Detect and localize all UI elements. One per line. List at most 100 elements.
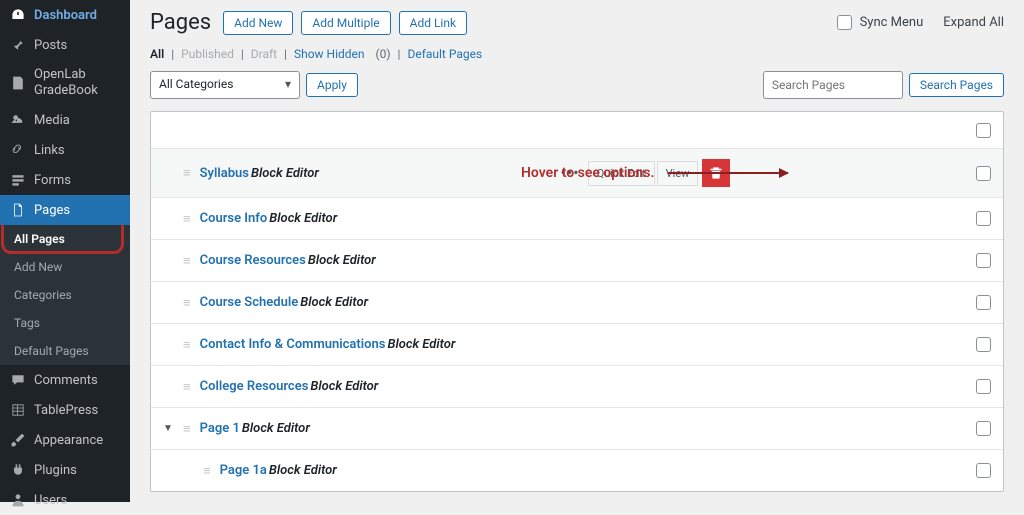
page-row[interactable]: ≡ Course Info Block Editor	[151, 197, 1003, 239]
filter-all[interactable]: All	[150, 47, 164, 61]
page-title-link[interactable]: Contact Info & Communications	[200, 337, 386, 352]
page-row[interactable]: ≡ Page 1a Block Editor	[151, 449, 1003, 491]
sidebar-label: Posts	[34, 38, 67, 53]
status-filters: All | Published | Draft | Show Hidden (0…	[150, 47, 1004, 61]
row-checkbox[interactable]	[976, 295, 991, 310]
collapse-toggle-icon[interactable]: ▼	[163, 423, 177, 434]
sidebar-sub-categories[interactable]: Categories	[0, 281, 130, 309]
expand-all-button[interactable]: Expand All	[943, 15, 1004, 30]
sidebar-sub-all-pages[interactable]: All Pages	[0, 225, 130, 253]
search-input[interactable]	[763, 71, 903, 99]
sidebar-item-users[interactable]: Users	[0, 485, 130, 515]
search-button[interactable]: Search Pages	[909, 73, 1004, 97]
category-select[interactable]: All Categories	[150, 71, 300, 99]
row-checkbox[interactable]	[976, 379, 991, 394]
sidebar-label: OpenLab GradeBook	[34, 67, 120, 98]
sidebar-item-plugins[interactable]: Plugins	[0, 455, 130, 485]
editor-badge: Block Editor	[269, 463, 337, 478]
sidebar-item-forms[interactable]: Forms	[0, 165, 130, 195]
editor-badge: Block Editor	[308, 253, 376, 268]
page-title-link[interactable]: College Resources	[200, 379, 309, 394]
filter-draft: Draft	[251, 47, 277, 61]
sync-menu-label[interactable]: Sync Menu	[860, 15, 924, 30]
sidebar-item-gradebook[interactable]: OpenLab GradeBook	[0, 60, 130, 105]
sidebar-label: Forms	[34, 173, 71, 188]
row-checkbox[interactable]	[976, 421, 991, 436]
editor-badge: Block Editor	[387, 337, 455, 352]
sidebar-label: Media	[34, 113, 70, 128]
page-header: Pages Add New Add Multiple Add Link Sync…	[150, 10, 1004, 35]
table-icon	[10, 402, 26, 418]
drag-handle-icon[interactable]: ≡	[183, 253, 192, 269]
editor-badge: Block Editor	[300, 295, 368, 310]
user-icon	[10, 492, 26, 508]
editor-badge: Block Editor	[242, 421, 310, 436]
apply-button[interactable]: Apply	[306, 73, 358, 97]
row-checkbox[interactable]	[976, 337, 991, 352]
select-all-checkbox[interactable]	[976, 123, 991, 138]
sidebar-item-media[interactable]: Media	[0, 105, 130, 135]
filter-default-pages[interactable]: Default Pages	[407, 47, 482, 61]
row-checkbox[interactable]	[976, 253, 991, 268]
row-checkbox[interactable]	[976, 211, 991, 226]
drag-handle-icon[interactable]: ≡	[203, 463, 212, 479]
add-new-button[interactable]: Add New	[223, 11, 293, 35]
sidebar-label: TablePress	[34, 403, 98, 418]
filter-published: Published	[181, 47, 234, 61]
add-multiple-button[interactable]: Add Multiple	[301, 11, 390, 35]
controls-row: All Categories Apply Search Pages	[150, 71, 1004, 99]
page-row[interactable]: ≡ College Resources Block Editor	[151, 365, 1003, 407]
sidebar-item-tablepress[interactable]: TablePress	[0, 395, 130, 425]
forms-icon	[10, 172, 26, 188]
page-title-link[interactable]: Course Info	[200, 211, 268, 226]
page-title-link[interactable]: Course Schedule	[200, 295, 299, 310]
sidebar-sub-default-pages[interactable]: Default Pages	[0, 337, 130, 365]
editor-badge: Block Editor	[269, 211, 337, 226]
brush-icon	[10, 432, 26, 448]
sidebar-item-posts[interactable]: Posts	[0, 30, 130, 60]
comment-icon	[10, 372, 26, 388]
page-row[interactable]: ▼ ≡ Page 1 Block Editor	[151, 407, 1003, 449]
page-row[interactable]: ≡ Course Schedule Block Editor	[151, 281, 1003, 323]
page-row[interactable]: ≡ Syllabus Block Editor Hover to see opt…	[151, 148, 1003, 197]
drag-handle-icon[interactable]: ≡	[183, 421, 192, 437]
sidebar-label: Users	[34, 493, 67, 508]
sidebar-label: Dashboard	[34, 8, 97, 23]
pin-icon	[10, 37, 26, 53]
media-icon	[10, 112, 26, 128]
row-checkbox[interactable]	[976, 166, 991, 181]
page-row[interactable]: ≡ Course Resources Block Editor	[151, 239, 1003, 281]
document-icon	[10, 75, 26, 91]
sync-menu-checkbox[interactable]	[837, 15, 852, 30]
sidebar-sub-label: All Pages	[14, 232, 65, 246]
editor-badge: Block Editor	[251, 166, 319, 181]
drag-handle-icon[interactable]: ≡	[183, 211, 192, 227]
filter-show-hidden[interactable]: Show Hidden	[294, 47, 365, 61]
main-content: Pages Add New Add Multiple Add Link Sync…	[130, 0, 1024, 502]
drag-handle-icon[interactable]: ≡	[183, 337, 192, 353]
drag-handle-icon[interactable]: ≡	[183, 165, 192, 181]
drag-handle-icon[interactable]: ≡	[183, 295, 192, 311]
row-checkbox[interactable]	[976, 463, 991, 478]
plug-icon	[10, 462, 26, 478]
page-row[interactable]: ≡ Contact Info & Communications Block Ed…	[151, 323, 1003, 365]
annotation: Hover to see options.	[521, 165, 788, 181]
editor-badge: Block Editor	[310, 379, 378, 394]
drag-handle-icon[interactable]: ≡	[183, 379, 192, 395]
page-title-link[interactable]: Syllabus	[200, 166, 249, 181]
sidebar-item-pages[interactable]: Pages	[0, 195, 130, 225]
sidebar-sub-add-new[interactable]: Add New	[0, 253, 130, 281]
sidebar-item-appearance[interactable]: Appearance	[0, 425, 130, 455]
list-header	[151, 112, 1003, 148]
sidebar-label: Pages	[34, 203, 70, 218]
add-link-button[interactable]: Add Link	[399, 11, 467, 35]
sidebar-item-dashboard[interactable]: Dashboard	[0, 0, 130, 30]
sidebar-item-comments[interactable]: Comments	[0, 365, 130, 395]
page-title-link[interactable]: Page 1a	[220, 463, 267, 478]
admin-sidebar: Dashboard Posts OpenLab GradeBook Media …	[0, 0, 130, 502]
page-title-link[interactable]: Page 1	[200, 421, 240, 436]
hidden-count: (0)	[376, 47, 391, 61]
sidebar-item-links[interactable]: Links	[0, 135, 130, 165]
sidebar-sub-tags[interactable]: Tags	[0, 309, 130, 337]
page-title-link[interactable]: Course Resources	[200, 253, 306, 268]
